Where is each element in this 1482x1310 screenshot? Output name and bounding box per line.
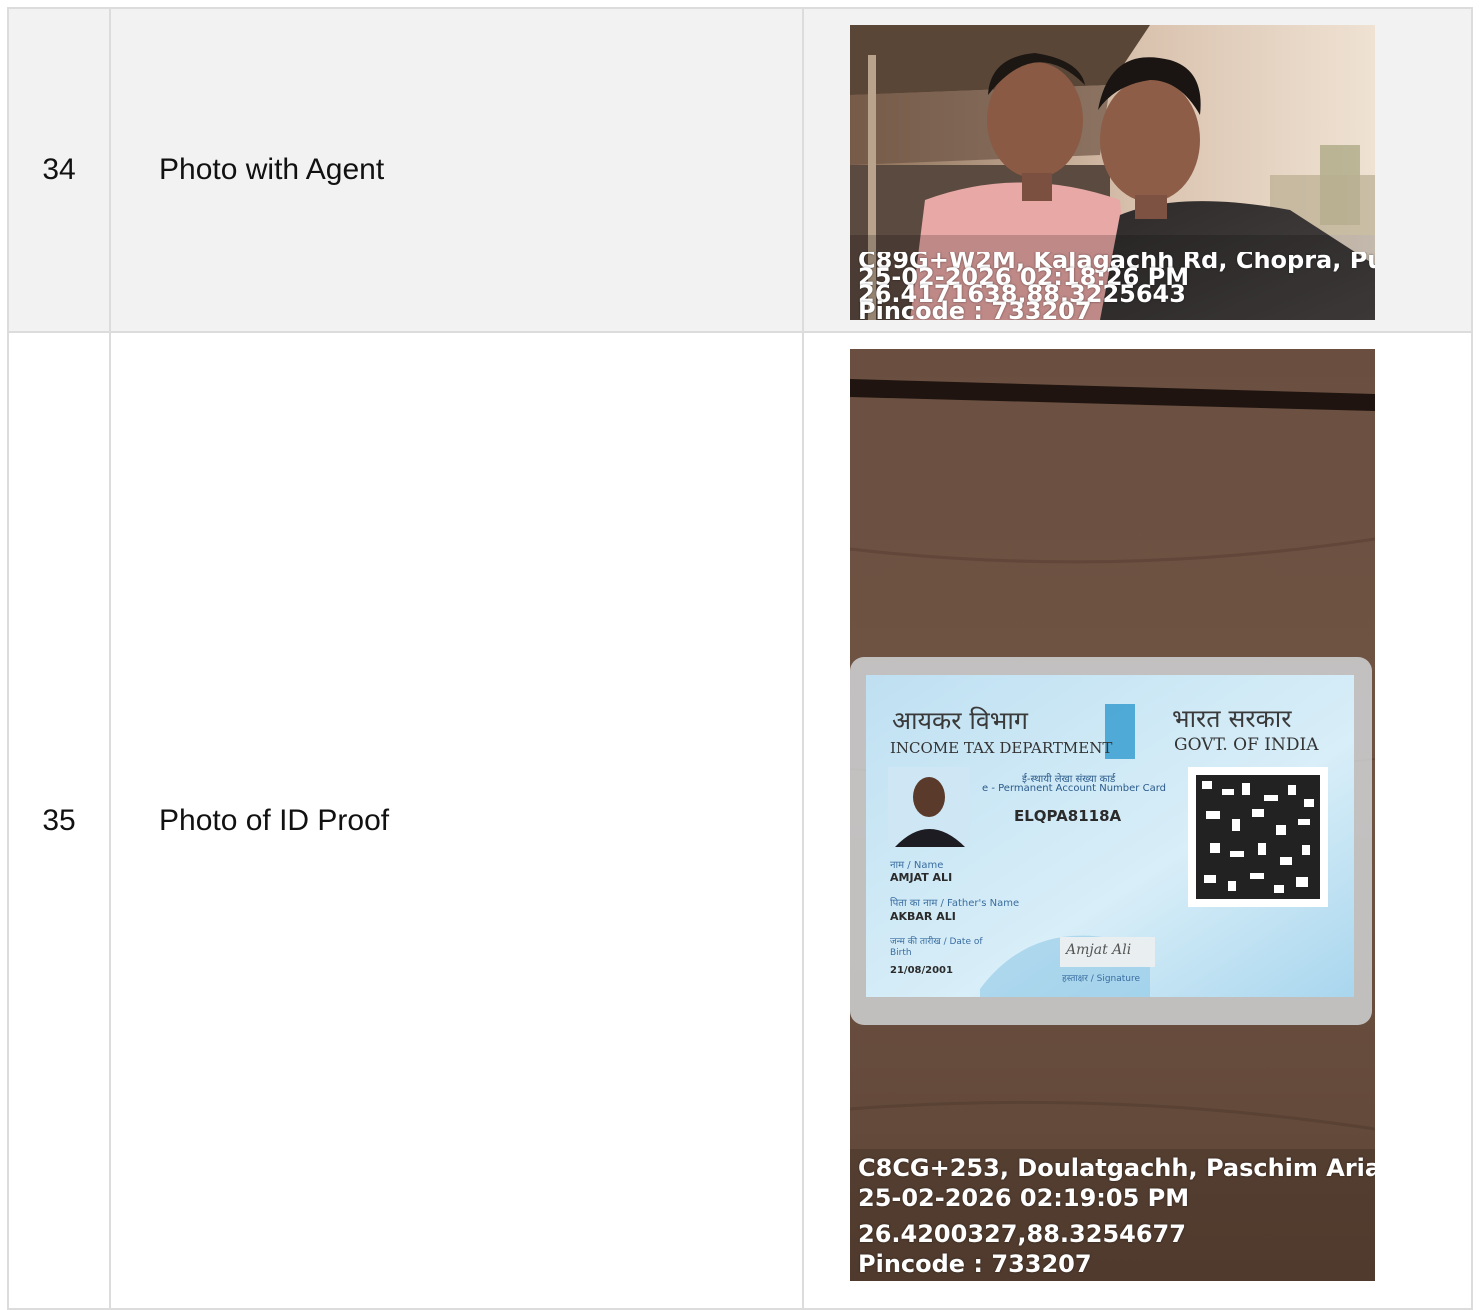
card-father-label: पिता का नाम / Father's Name [890, 898, 1020, 909]
agent-photo[interactable]: C89G+W2M, Kalagachh Rd, Chopra, Purba M … [850, 25, 1375, 320]
geo-coordinates: 26.4200327,88.3254677 [858, 1220, 1186, 1248]
card-pan-number: ELQPA8118A [1014, 807, 1122, 825]
table-row: 34 Photo with Agent C89G+W2M, Kalagachh … [7, 7, 1473, 333]
table-row: 35 Photo of ID Proof आयकर विभाग INCOME T… [7, 331, 1473, 1310]
row-number: 35 [7, 331, 111, 1310]
geo-datetime: 25-02-2026 02:19:05 PM [858, 1184, 1190, 1212]
card-dept-hindi: आयकर विभाग [892, 706, 1028, 735]
id-proof-photo[interactable]: आयकर विभाग INCOME TAX DEPARTMENT भारत सर… [850, 349, 1375, 1281]
card-dob-label: जन्म की तारीख / Date of Birth [890, 937, 983, 958]
photo-cell: आयकर विभाग INCOME TAX DEPARTMENT भारत सर… [802, 331, 1473, 1310]
card-type-en: e - Permanent Account Number Card [982, 783, 1166, 794]
card-signature: Amjat Ali [1066, 942, 1132, 958]
report-table: 34 Photo with Agent C89G+W2M, Kalagachh … [7, 7, 1473, 1310]
card-dept-en: INCOME TAX DEPARTMENT [890, 739, 1113, 757]
card-name-label: नाम / Name [890, 860, 944, 871]
row-number: 34 [7, 7, 111, 333]
card-dob: 21/08/2001 [890, 965, 953, 976]
card-father-name: AKBAR ALI [890, 910, 956, 923]
photo-cell: C89G+W2M, Kalagachh Rd, Chopra, Purba M … [802, 7, 1473, 333]
card-signature-label: हस्ताक्षर / Signature [1062, 974, 1141, 984]
card-govt-hindi: भारत सरकार [1172, 704, 1292, 733]
row-label: Photo of ID Proof [109, 331, 804, 1310]
geo-stamp: C8CG+253, Doulatgachh, Paschim Ariangao … [858, 1153, 1375, 1279]
card-govt-en: GOVT. OF INDIA [1174, 735, 1319, 755]
geo-pincode: Pincode : 733207 [858, 1250, 1092, 1278]
geo-stamp: C89G+W2M, Kalagachh Rd, Chopra, Purba M … [858, 252, 1375, 320]
card-name: AMJAT ALI [890, 871, 953, 884]
row-label: Photo with Agent [109, 7, 804, 333]
geo-address: C8CG+253, Doulatgachh, Paschim Ariangao [858, 1154, 1375, 1182]
